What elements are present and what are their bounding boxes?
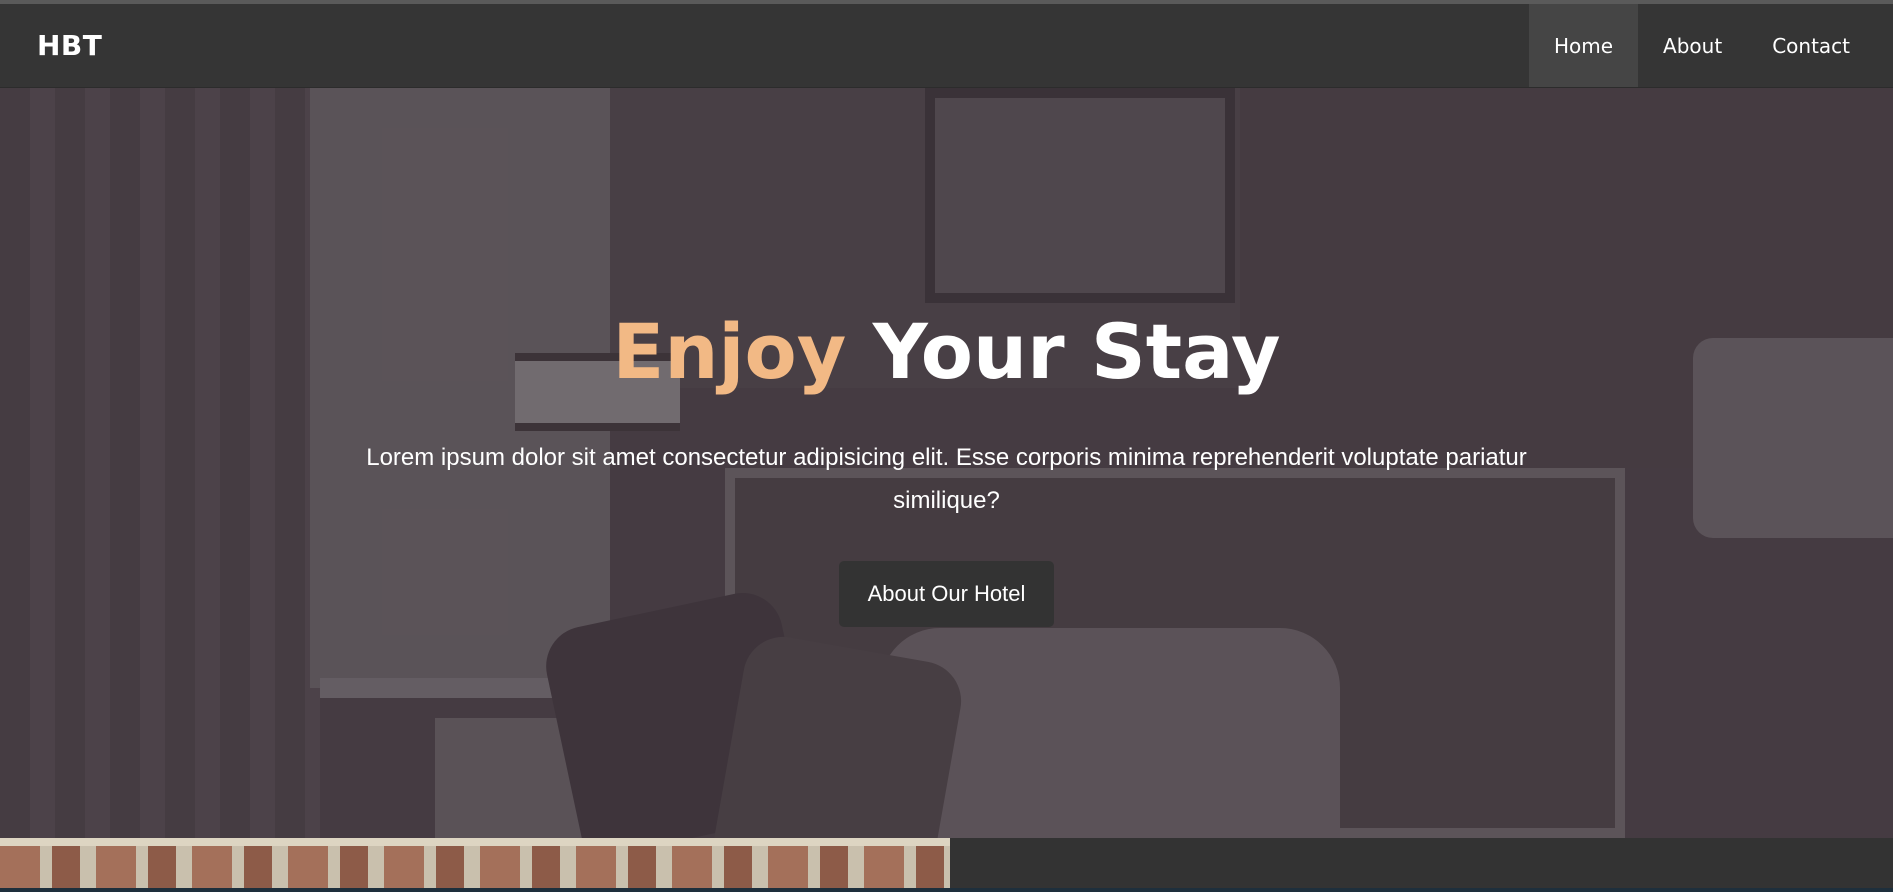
- hero-title: Enjoy Your Stay: [612, 310, 1280, 394]
- nav-link-about[interactable]: About: [1638, 4, 1747, 87]
- about-hotel-button[interactable]: About Our Hotel: [839, 560, 1054, 627]
- hero-title-accent: Enjoy: [612, 307, 847, 396]
- nav-link-home[interactable]: Home: [1528, 4, 1639, 87]
- hero-title-rest: Your Stay: [872, 307, 1281, 396]
- nav-link-contact[interactable]: Contact: [1747, 4, 1875, 87]
- navbar: HBT Home About Contact: [0, 4, 1893, 88]
- hero-content: Enjoy Your Stay Lorem ipsum dolor sit am…: [0, 88, 1893, 838]
- brand-logo[interactable]: HBT: [37, 29, 102, 62]
- nav-links: Home About Contact: [1528, 4, 1875, 87]
- building-cornice: [0, 838, 950, 846]
- hero-section: Enjoy Your Stay Lorem ipsum dolor sit am…: [0, 88, 1893, 838]
- hero-description: Lorem ipsum dolor sit amet consectetur a…: [366, 443, 1527, 514]
- page-bottom-edge: [0, 888, 1893, 892]
